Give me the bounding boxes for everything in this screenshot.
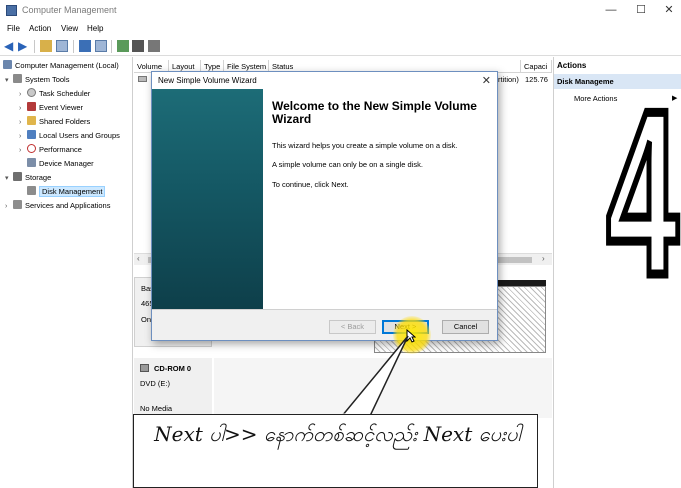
device-manager-icon bbox=[27, 158, 36, 167]
window-title: Computer Management bbox=[22, 5, 117, 15]
tree-item-shared-folders[interactable]: › Shared Folders bbox=[19, 115, 90, 128]
chevron-right-icon[interactable]: › bbox=[19, 88, 27, 101]
tree-item-computer-management[interactable]: Computer Management (Local) bbox=[3, 59, 119, 72]
refresh-icon[interactable] bbox=[117, 40, 129, 52]
show-hide-tree-icon[interactable] bbox=[56, 40, 68, 52]
users-icon bbox=[27, 130, 36, 139]
wizard-heading: Welcome to the New Simple Volume Wizard bbox=[272, 99, 477, 126]
services-icon bbox=[13, 200, 22, 209]
menu-view[interactable]: View bbox=[61, 24, 78, 33]
menu-action[interactable]: Action bbox=[29, 24, 51, 33]
folder-icon bbox=[27, 116, 36, 125]
event-viewer-icon bbox=[27, 102, 36, 111]
tree-item-storage[interactable]: ▾ Storage bbox=[5, 171, 51, 184]
volume-status-cell: rtition) bbox=[498, 75, 519, 84]
tree-item-event-viewer[interactable]: › Event Viewer bbox=[19, 101, 83, 114]
callout-pointer bbox=[340, 335, 409, 417]
chevron-right-icon[interactable]: › bbox=[19, 102, 27, 115]
chevron-right-icon[interactable]: › bbox=[19, 130, 27, 143]
export-icon[interactable] bbox=[148, 40, 160, 52]
close-button[interactable]: ✕ bbox=[659, 3, 679, 17]
navigation-tree: Computer Management (Local) ▾ System Tool… bbox=[0, 57, 133, 488]
action-pane-icon[interactable] bbox=[95, 40, 107, 52]
chevron-right-icon[interactable]: › bbox=[19, 116, 27, 129]
wizard-title: New Simple Volume Wizard bbox=[152, 72, 497, 89]
cancel-button[interactable]: Cancel bbox=[442, 320, 489, 334]
menu-help[interactable]: Help bbox=[87, 24, 103, 33]
menu-bar: File Action View Help bbox=[0, 22, 681, 37]
wizard-divider bbox=[152, 309, 497, 310]
wizard-side-banner bbox=[152, 89, 263, 309]
tree-item-services-applications[interactable]: › Services and Applications bbox=[5, 199, 110, 212]
tree-item-system-tools[interactable]: ▾ System Tools bbox=[5, 73, 69, 86]
column-header-capacity[interactable]: Capaci bbox=[521, 60, 552, 73]
wizard-paragraph-1: This wizard helps you create a simple vo… bbox=[272, 141, 458, 150]
tree-item-disk-management[interactable]: Disk Management bbox=[27, 185, 106, 198]
help-icon[interactable] bbox=[79, 40, 91, 52]
annotation-callout: Next ပါ>> နောက်တစ်ဆင့်လည်း Next ပေးပါ bbox=[133, 414, 538, 488]
maximize-button[interactable]: ☐ bbox=[631, 3, 651, 17]
properties-icon[interactable] bbox=[132, 40, 144, 52]
chevron-right-icon[interactable]: › bbox=[5, 200, 13, 213]
toolbar: ◀ ▶ bbox=[0, 37, 681, 56]
disk-icon bbox=[27, 186, 36, 195]
cdrom-0-label[interactable]: CD-ROM 0 DVD (E:) No Media bbox=[134, 358, 212, 418]
up-folder-icon[interactable] bbox=[40, 40, 52, 52]
chevron-down-icon[interactable]: ▾ bbox=[5, 74, 13, 87]
scroll-right-icon[interactable]: › bbox=[542, 254, 545, 263]
minimize-button[interactable]: — bbox=[601, 3, 621, 17]
chevron-right-icon[interactable]: › bbox=[19, 144, 27, 157]
clock-icon bbox=[27, 88, 36, 97]
chevron-down-icon[interactable]: ▾ bbox=[5, 172, 13, 185]
volume-capacity-cell: 125.76 bbox=[525, 75, 548, 84]
computer-icon bbox=[3, 60, 12, 69]
new-simple-volume-wizard: New Simple Volume Wizard ✕ Welcome to th… bbox=[151, 71, 498, 341]
window-titlebar: Computer Management — ☐ ✕ bbox=[0, 0, 681, 22]
scroll-left-icon[interactable]: ‹ bbox=[137, 254, 140, 263]
tree-item-performance[interactable]: › Performance bbox=[19, 143, 82, 156]
cdrom-icon bbox=[140, 364, 149, 372]
performance-icon bbox=[27, 144, 36, 153]
back-arrow-icon[interactable]: ◀ bbox=[4, 40, 16, 52]
wizard-paragraph-3: To continue, click Next. bbox=[272, 180, 349, 189]
tools-icon bbox=[13, 74, 22, 83]
wizard-content: Welcome to the New Simple Volume Wizard … bbox=[263, 89, 497, 309]
forward-arrow-icon[interactable]: ▶ bbox=[18, 40, 30, 52]
wizard-paragraph-2: A simple volume can only be on a single … bbox=[272, 160, 423, 169]
menu-file[interactable]: File bbox=[7, 24, 20, 33]
wizard-close-icon[interactable]: ✕ bbox=[482, 74, 491, 87]
step-number: 4 bbox=[604, 57, 681, 329]
tree-item-local-users-groups[interactable]: › Local Users and Groups bbox=[19, 129, 120, 142]
annotation-text: Next ပါ>> နောက်တစ်ဆင့်လည်း Next ပေးပါ bbox=[154, 422, 521, 446]
computer-management-icon bbox=[6, 5, 17, 16]
tree-item-device-manager[interactable]: Device Manager bbox=[27, 157, 94, 170]
tree-item-task-scheduler[interactable]: › Task Scheduler bbox=[19, 87, 90, 100]
storage-icon bbox=[13, 172, 22, 181]
volume-drive-icon bbox=[138, 76, 147, 82]
back-button[interactable]: < Back bbox=[329, 320, 376, 334]
